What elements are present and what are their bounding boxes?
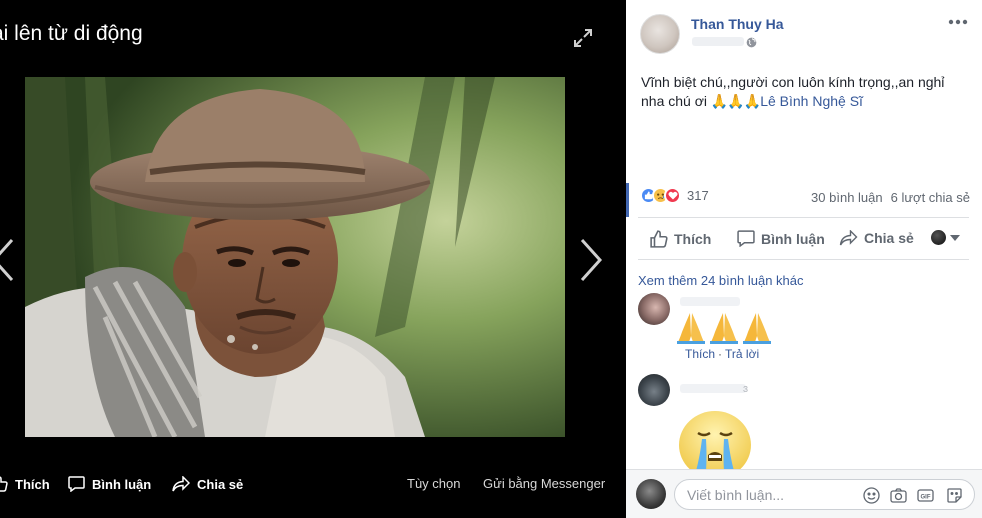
folded-hands-emoji: [710, 313, 738, 344]
love-reaction-icon: [664, 187, 681, 204]
send-in-messenger-link[interactable]: Gửi bằng Messenger: [483, 476, 605, 491]
folded-hands-emoji: [677, 313, 705, 344]
view-more-comments-link[interactable]: Xem thêm 24 bình luận khác: [638, 273, 804, 288]
comment-bubble-icon: [68, 476, 85, 492]
portrait-illustration: [25, 77, 565, 437]
viewer-like-button[interactable]: Thích: [0, 476, 50, 492]
emoji-icon[interactable]: [863, 487, 880, 504]
svg-text:GIF: GIF: [921, 495, 931, 501]
commenter-name-blurred[interactable]: [680, 384, 746, 393]
globe-privacy-icon[interactable]: [746, 37, 757, 48]
like-button[interactable]: Thích: [650, 230, 711, 248]
reactions-summary[interactable]: 317: [640, 187, 709, 204]
engagement-counts: 30 bình luận 6 lượt chia sẻ: [811, 190, 970, 205]
viewer-share-label: Chia sẻ: [197, 476, 244, 492]
viewer-comment-button[interactable]: Bình luận: [68, 476, 151, 492]
sticker-icon[interactable]: [946, 487, 963, 504]
comment-reply-link[interactable]: Trả lời: [725, 347, 759, 361]
album-title: ải lên từ di động: [0, 22, 143, 45]
comment-actions: Thích · Trả lời: [685, 347, 759, 361]
comment-pray-emojis: [676, 310, 772, 344]
comment-button[interactable]: Bình luận: [737, 230, 825, 247]
previous-photo-icon[interactable]: [0, 238, 16, 282]
viewer-options-link[interactable]: Tùy chọn: [407, 476, 460, 491]
react-as-selector[interactable]: [931, 230, 960, 245]
post-text: Vĩnh biệt chú,,người con luôn kính trọng…: [641, 73, 971, 111]
like-label: Thích: [674, 231, 712, 247]
viewer-like-label: Thích: [15, 476, 50, 492]
share-count-link[interactable]: 6 lượt chia sẻ: [891, 190, 970, 205]
comment-label: Bình luận: [761, 230, 825, 247]
share-arrow-icon: [839, 230, 858, 246]
viewer-action-bar: Thích Bình luận Chia sẻ Tùy chọn Gửi bằn…: [0, 468, 626, 504]
viewer-comment-label: Bình luận: [92, 476, 152, 492]
author-avatar[interactable]: [640, 14, 680, 54]
comment-count-link[interactable]: 30 bình luận: [811, 190, 883, 205]
comment-composer[interactable]: GIF: [674, 479, 975, 510]
share-label: Chia sẻ: [864, 230, 914, 246]
caret-down-icon: [950, 234, 960, 241]
post-panel: Than Thuy Ha Vĩnh biệt chú,,người con lu…: [626, 0, 982, 518]
more-options-icon[interactable]: [948, 18, 968, 26]
reaction-count: 317: [687, 188, 709, 203]
share-button[interactable]: Chia sẻ: [839, 230, 914, 246]
gif-icon[interactable]: GIF: [917, 487, 934, 504]
fullscreen-icon[interactable]: [572, 27, 594, 49]
current-user-avatar: [636, 479, 666, 509]
thumbs-up-icon: [0, 476, 8, 492]
commenter-name-fragment: ɜ: [743, 383, 749, 395]
pray-emojis: 🙏🙏🙏: [710, 93, 761, 109]
comment-input[interactable]: [687, 487, 847, 503]
camera-icon[interactable]: [890, 487, 907, 504]
comment-like-link[interactable]: Thích: [685, 347, 715, 361]
divider: [638, 259, 969, 260]
viewer-share-button[interactable]: Chia sẻ: [172, 476, 243, 492]
separator-dot: ·: [718, 347, 723, 361]
next-photo-icon[interactable]: [578, 238, 604, 282]
commenter-name-blurred[interactable]: [680, 297, 740, 306]
share-arrow-icon: [172, 476, 190, 492]
post-action-bar: Thích Bình luận Chia sẻ: [626, 226, 982, 254]
commenter-avatar[interactable]: [638, 374, 670, 406]
post-author-name[interactable]: Than Thuy Ha: [691, 16, 784, 32]
post-photo[interactable]: [25, 77, 565, 437]
post-timestamp-blurred[interactable]: [692, 37, 744, 46]
comment-bubble-icon: [737, 230, 755, 247]
folded-hands-emoji: [743, 313, 771, 344]
comment-composer-area: GIF: [626, 469, 982, 518]
photo-viewer: ải lên từ di động Thích Bình luận Chia s…: [0, 0, 626, 518]
tagged-page-link[interactable]: Lê Bình Nghệ Sĩ: [760, 93, 863, 109]
thumbs-up-icon: [650, 230, 668, 248]
crying-face-sticker[interactable]: [678, 411, 752, 473]
profile-avatar-small: [931, 230, 946, 245]
divider: [638, 217, 969, 218]
focus-indicator: [626, 183, 629, 217]
commenter-avatar[interactable]: [638, 293, 670, 325]
